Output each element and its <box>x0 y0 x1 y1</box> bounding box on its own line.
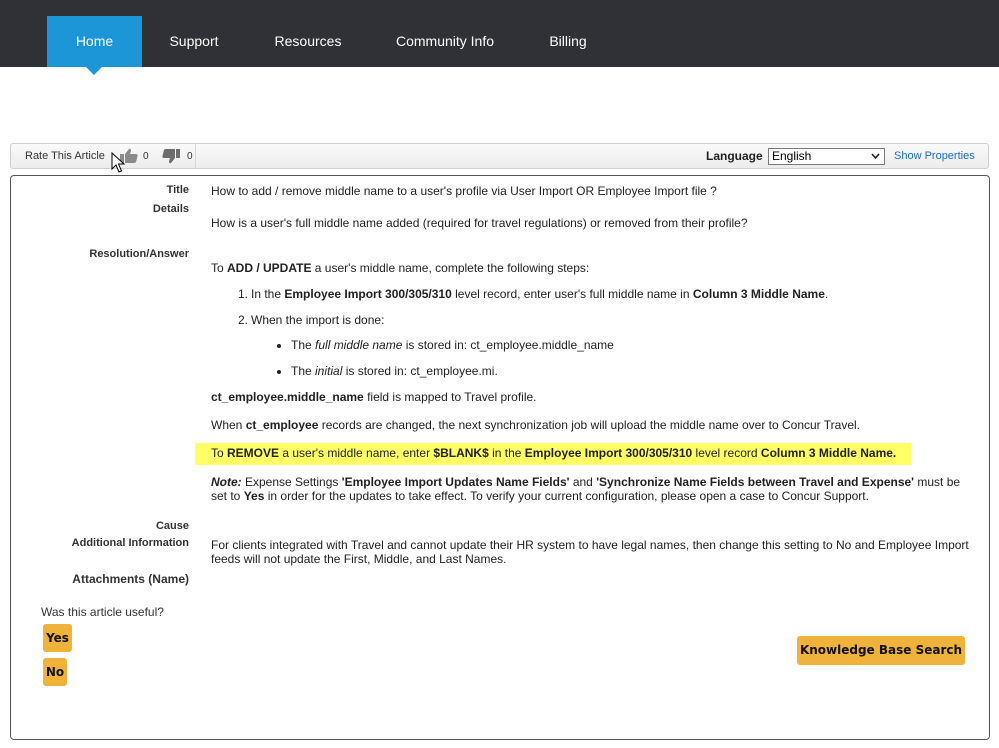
thumbs-down-count: 0 <box>187 151 193 162</box>
step-1-text: In the Employee Import 300/305/310 level… <box>251 287 829 301</box>
top-navigation: Home Support Resources Community Info Bi… <box>0 0 999 67</box>
nav-tab-home[interactable]: Home <box>47 16 142 67</box>
nav-tab-resources[interactable]: Resources <box>262 16 354 67</box>
article-content: Title How to add / remove middle name to… <box>10 175 990 740</box>
chevron-down-icon <box>871 153 880 160</box>
step-number: 2. <box>238 313 249 327</box>
resolution-intro: To ADD / UPDATE a user's middle name, co… <box>211 261 590 275</box>
bullet-initial: The initial is stored in: ct_employee.mi… <box>291 364 498 378</box>
attachments-label: Attachments (Name) <box>72 572 189 586</box>
title-label: Title <box>166 184 189 196</box>
sync-text: When ct_employee records are changed, th… <box>211 418 861 432</box>
show-properties-link[interactable]: Show Properties <box>894 150 975 162</box>
bullet-full-middle-name: The full middle name is stored in: ct_em… <box>291 338 614 352</box>
no-button[interactable]: No <box>43 658 67 686</box>
language-label: Language <box>706 149 763 163</box>
article-toolbar: Rate This Article 0 0 Language English S… <box>10 143 989 169</box>
bullet-icon <box>277 370 281 374</box>
useful-question: Was this article useful? <box>41 605 164 619</box>
cause-label: Cause <box>155 520 189 532</box>
knowledge-base-search-button[interactable]: Knowledge Base Search <box>797 636 965 665</box>
additional-info-label: Additional Information <box>71 537 189 549</box>
mapped-field-text: ct_employee.middle_name field is mapped … <box>211 390 537 404</box>
thumbs-down-icon[interactable] <box>161 148 181 164</box>
details-label: Details <box>152 203 189 215</box>
language-select[interactable]: English <box>768 148 885 165</box>
article-title: How to add / remove middle name to a use… <box>211 184 717 198</box>
nav-tab-billing[interactable]: Billing <box>537 16 599 67</box>
remove-instruction: To REMOVE a user's middle name, enter $B… <box>211 446 897 460</box>
article-details: How is a user's full middle name added (… <box>211 216 748 230</box>
mouse-pointer-icon <box>111 152 125 173</box>
thumbs-up-count: 0 <box>143 151 149 162</box>
language-selected-value: English <box>772 149 812 163</box>
additional-info-text: For clients integrated with Travel and c… <box>211 538 969 566</box>
step-number: 1. <box>238 287 249 301</box>
note-text: Note: Expense Settings 'Employee Import … <box>211 475 961 503</box>
bullet-icon <box>277 344 281 348</box>
step-2-text: When the import is done: <box>251 313 385 327</box>
yes-button[interactable]: Yes <box>43 624 72 652</box>
active-tab-caret-icon <box>86 67 102 75</box>
resolution-label: Resolution/Answer <box>89 248 189 260</box>
toolbar-divider <box>195 144 196 168</box>
nav-tab-community-info[interactable]: Community Info <box>388 16 502 67</box>
nav-tab-support[interactable]: Support <box>152 16 236 67</box>
rate-article-label: Rate This Article <box>25 150 105 162</box>
